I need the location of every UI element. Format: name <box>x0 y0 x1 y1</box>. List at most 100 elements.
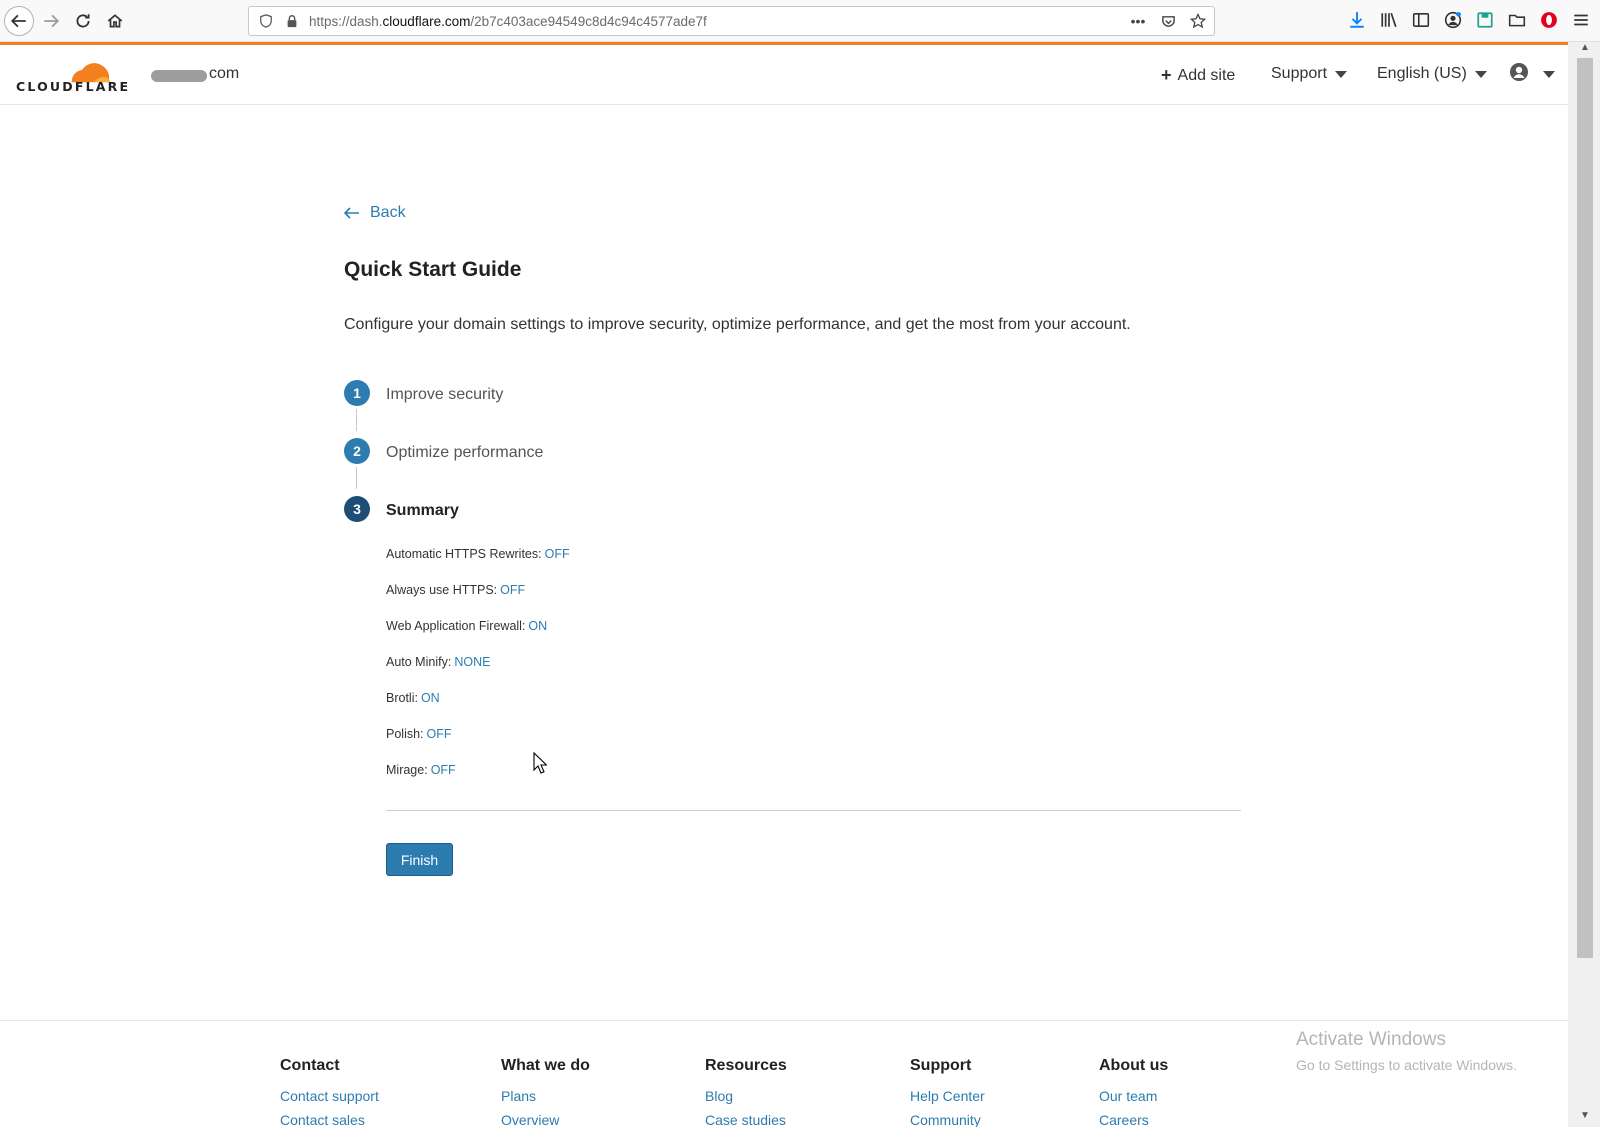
save-extension-icon[interactable] <box>1474 9 1496 31</box>
library-icon[interactable] <box>1378 9 1400 31</box>
pocket-icon[interactable] <box>1158 11 1178 31</box>
mouse-cursor-icon <box>533 752 547 774</box>
footer-link[interactable]: Help Center <box>910 1088 985 1104</box>
step-2-label[interactable]: Optimize performance <box>386 444 543 462</box>
summary-value: OFF <box>430 763 456 777</box>
support-dropdown[interactable]: Support <box>1271 65 1348 83</box>
bookmark-star-icon[interactable] <box>1188 11 1208 31</box>
language-dropdown[interactable]: English (US) <box>1377 65 1487 83</box>
summary-item-https-rewrites: Automatic HTTPS Rewrites: OFF <box>386 547 570 561</box>
menu-icon[interactable] <box>1570 9 1592 31</box>
footer-column-support: Support Help Center Community <box>910 1057 985 1127</box>
url-prefix: https://dash. <box>309 13 383 29</box>
footer-link[interactable]: Blog <box>705 1088 787 1104</box>
footer-heading: What we do <box>501 1057 590 1074</box>
finish-button[interactable]: Finish <box>386 843 453 876</box>
summary-item-mirage: Mirage: OFF <box>386 763 456 777</box>
summary-item-waf: Web Application Firewall: ON <box>386 619 547 633</box>
summary-label: Auto Minify: <box>386 655 452 669</box>
footer-heading: Contact <box>280 1057 340 1074</box>
summary-label: Always use HTTPS: <box>386 583 498 597</box>
add-site-label: Add site <box>1177 66 1236 84</box>
url-text: https://dash.cloudflare.com/2b7c403ace94… <box>309 14 707 29</box>
footer-link[interactable]: Plans <box>501 1088 590 1104</box>
divider <box>386 810 1241 811</box>
home-icon <box>107 14 123 28</box>
add-site-button[interactable]: + Add site <box>1161 65 1235 86</box>
summary-value: ON <box>528 619 548 633</box>
url-domain: cloudflare.com <box>382 13 471 29</box>
address-bar[interactable]: https://dash.cloudflare.com/2b7c403ace94… <box>248 6 1215 36</box>
summary-value: OFF <box>500 583 526 597</box>
browser-back-button[interactable] <box>4 6 34 36</box>
scrollbar-thumb[interactable] <box>1577 58 1593 958</box>
browser-reload-button[interactable] <box>68 6 98 36</box>
summary-label: Automatic HTTPS Rewrites: <box>386 547 542 561</box>
browser-forward-button[interactable] <box>36 6 66 36</box>
watermark-title: Activate Windows <box>1296 1029 1446 1050</box>
plus-icon: + <box>1161 65 1172 85</box>
shield-icon[interactable] <box>257 12 275 30</box>
step-connector <box>356 467 357 489</box>
footer-link[interactable]: Overview <box>501 1112 590 1127</box>
footer-link[interactable]: Community <box>910 1112 985 1127</box>
arrow-left-icon <box>344 207 359 219</box>
folder-icon[interactable] <box>1506 9 1528 31</box>
caret-down-icon <box>1335 70 1348 78</box>
summary-value: ON <box>420 691 440 705</box>
footer-heading: Support <box>910 1057 972 1074</box>
summary-item-polish: Polish: OFF <box>386 727 452 741</box>
windows-activation-watermark: Activate Windows Go to Settings to activ… <box>1296 1029 1517 1073</box>
download-icon[interactable] <box>1346 9 1368 31</box>
step-1-label[interactable]: Improve security <box>386 386 503 404</box>
url-path: /2b7c403ace94549c8d4c94c4577ade7f <box>470 13 707 29</box>
step-3-label[interactable]: Summary <box>386 502 459 520</box>
summary-value: OFF <box>426 727 452 741</box>
domain-suffix: com <box>209 65 240 82</box>
footer-link[interactable]: Contact sales <box>280 1112 379 1127</box>
step-2-badge[interactable]: 2 <box>344 438 370 464</box>
summary-item-always-https: Always use HTTPS: OFF <box>386 583 525 597</box>
arrow-left-icon <box>10 14 26 28</box>
account-icon[interactable] <box>1442 9 1464 31</box>
summary-label: Web Application Firewall: <box>386 619 526 633</box>
user-menu-dropdown[interactable] <box>1509 62 1555 87</box>
footer-link[interactable]: Careers <box>1099 1112 1168 1127</box>
reload-icon <box>76 14 90 28</box>
summary-item-brotli: Brotli: ON <box>386 691 440 705</box>
footer-link[interactable]: Contact support <box>280 1088 379 1104</box>
scroll-down-arrow-icon[interactable]: ▼ <box>1576 1110 1594 1124</box>
page-description: Configure your domain settings to improv… <box>344 316 1131 333</box>
domain-name-redacted <box>151 70 207 82</box>
summary-label: Mirage: <box>386 763 428 777</box>
scroll-up-arrow-icon[interactable]: ▲ <box>1576 42 1594 56</box>
footer-column-resources: Resources Blog Case studies <box>705 1057 787 1127</box>
page-actions-icon[interactable]: ••• <box>1128 11 1148 31</box>
user-avatar-icon <box>1509 62 1529 87</box>
footer-link[interactable]: Case studies <box>705 1112 787 1127</box>
step-1-badge[interactable]: 1 <box>344 380 370 406</box>
support-label: Support <box>1271 65 1328 82</box>
footer-heading: About us <box>1099 1057 1169 1074</box>
footer-link[interactable]: Our team <box>1099 1088 1168 1104</box>
lock-icon[interactable] <box>283 12 301 30</box>
sidebar-icon[interactable] <box>1410 9 1432 31</box>
footer-heading: Resources <box>705 1057 787 1074</box>
page-title: Quick Start Guide <box>344 258 522 281</box>
caret-down-icon <box>1543 71 1555 78</box>
footer-column-contact: Contact Contact support Contact sales <box>280 1057 379 1127</box>
browser-home-button[interactable] <box>100 6 130 36</box>
step-3-badge[interactable]: 3 <box>344 496 370 522</box>
summary-label: Brotli: <box>386 691 418 705</box>
language-label: English (US) <box>1377 65 1467 82</box>
cloudflare-wordmark: CLOUDFLARE <box>16 79 131 94</box>
summary-value: OFF <box>544 547 570 561</box>
opera-icon[interactable] <box>1538 9 1560 31</box>
browser-toolbar: https://dash.cloudflare.com/2b7c403ace94… <box>0 0 1600 42</box>
back-label: Back <box>370 204 406 221</box>
back-link[interactable]: Back <box>344 204 406 222</box>
footer-column-what-we-do: What we do Plans Overview <box>501 1057 590 1127</box>
summary-label: Polish: <box>386 727 424 741</box>
watermark-subtitle: Go to Settings to activate Windows. <box>1296 1057 1517 1073</box>
summary-value: NONE <box>454 655 491 669</box>
